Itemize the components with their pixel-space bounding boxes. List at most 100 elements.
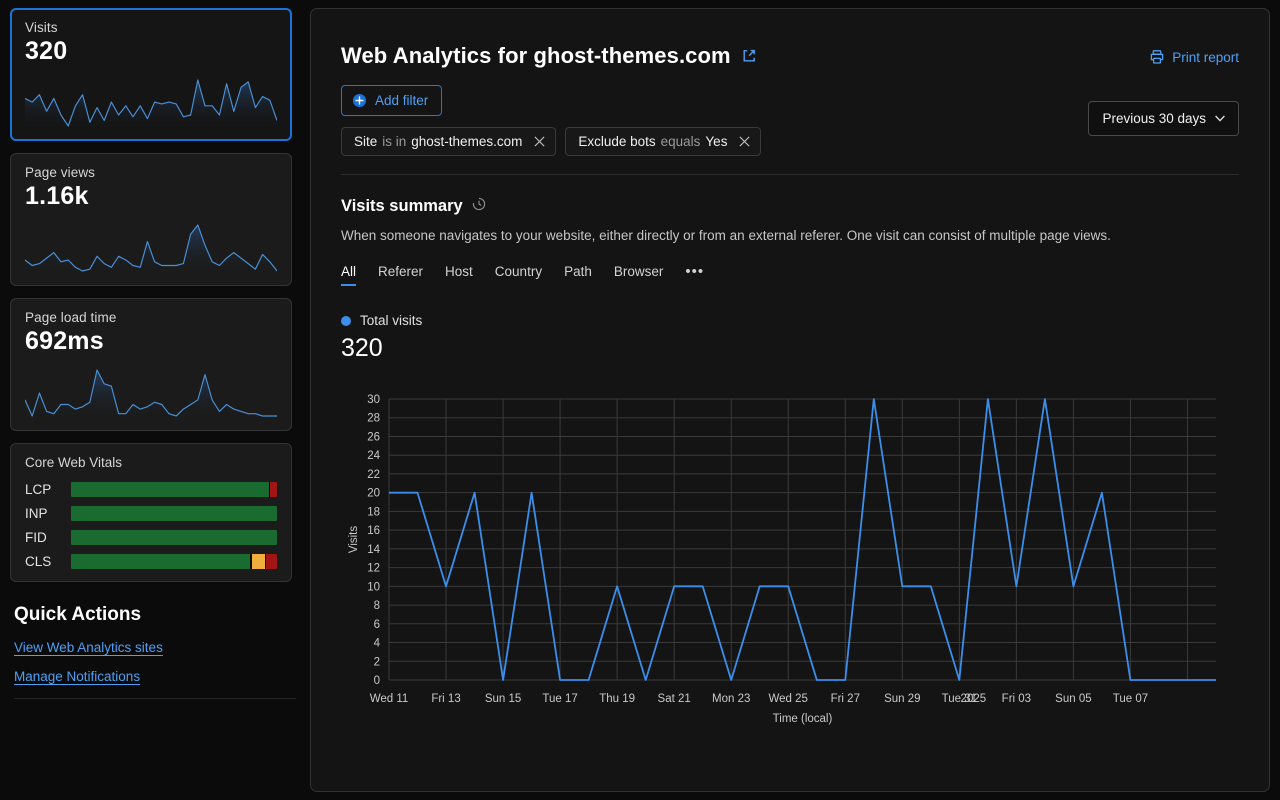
main-panel: Web Analytics for ghost-themes.com Print… xyxy=(310,8,1270,792)
tab-referer[interactable]: Referer xyxy=(378,264,423,286)
print-report-button[interactable]: Print report xyxy=(1149,49,1239,65)
chart-line-total-visits xyxy=(389,399,1216,680)
quick-actions-divider xyxy=(14,698,296,699)
legend-label-total-visits: Total visits xyxy=(360,313,422,328)
summary-description: When someone navigates to your website, … xyxy=(341,228,1239,243)
x-axis-tick: Tue 17 xyxy=(542,693,577,705)
summary-title-row: Visits summary xyxy=(341,197,1239,216)
date-range-selector[interactable]: Previous 30 days xyxy=(1088,101,1239,136)
header-divider xyxy=(341,174,1239,175)
core-web-vitals-card[interactable]: Core Web Vitals LCPINPFIDCLS xyxy=(10,443,292,582)
x-axis-tick: Wed 11 xyxy=(370,693,409,705)
sparkline xyxy=(25,221,277,275)
y-axis-tick: 2 xyxy=(374,656,380,668)
cwv-bar xyxy=(71,482,277,497)
cwv-segment xyxy=(266,554,277,569)
main-body: Visits summary When someone navigates to… xyxy=(311,175,1269,730)
tab-host[interactable]: Host xyxy=(445,264,473,286)
chart-legend: Total visits xyxy=(341,313,1239,328)
y-axis-tick: 0 xyxy=(374,675,380,687)
quick-actions-links: View Web Analytics sites Manage Notificat… xyxy=(0,640,310,684)
x-axis-tick: Fri 27 xyxy=(831,693,860,705)
metric-card-label: Page load time xyxy=(25,310,277,325)
x-axis-tick: Fri 13 xyxy=(431,693,460,705)
filter-chip-1[interactable]: Siteis inghost-themes.com xyxy=(341,127,556,156)
cwv-row-lcp: LCP xyxy=(25,482,277,497)
cwv-bar xyxy=(71,530,277,545)
tab-browser[interactable]: Browser xyxy=(614,264,664,286)
x-axis-tick: Tue 07 xyxy=(1113,693,1148,705)
metric-card-list: Visits 320 Page views 1.16k Page load time… xyxy=(0,8,310,431)
chip-operator: is in xyxy=(382,134,406,149)
summary-tabs: All Referer Host Country Path Browser ••• xyxy=(341,263,1239,287)
metric-card-page-views[interactable]: Page views 1.16k xyxy=(10,153,292,286)
total-visits-value: 320 xyxy=(341,334,1239,363)
quick-action-link-1[interactable]: View Web Analytics sites xyxy=(14,640,163,655)
metric-card-label: Page views xyxy=(25,165,277,180)
metric-card-page-load-time[interactable]: Page load time692ms xyxy=(10,298,292,431)
history-icon[interactable] xyxy=(472,197,486,216)
chip-field: Site xyxy=(354,134,377,149)
chip-value: Yes xyxy=(705,134,727,149)
y-axis-tick: 10 xyxy=(367,581,380,593)
date-range-label: Previous 30 days xyxy=(1102,111,1206,126)
page-title: Web Analytics for ghost-themes.com xyxy=(341,43,731,69)
cwv-metric-name: CLS xyxy=(25,554,71,569)
core-web-vitals-rows: LCP INP FID CLS xyxy=(25,482,277,569)
y-axis-tick: 24 xyxy=(367,450,380,462)
cwv-bar xyxy=(71,554,277,569)
plus-circle-icon xyxy=(352,93,367,108)
x-axis-tick: Sat 21 xyxy=(658,693,691,705)
visits-chart[interactable]: 024681012141618202224262830VisitsWed 11F… xyxy=(341,385,1239,730)
tab-more-button[interactable]: ••• xyxy=(685,263,704,287)
x-axis-tick: Sun 15 xyxy=(485,693,521,705)
x-axis-tick: Mon 23 xyxy=(712,693,750,705)
cwv-bar xyxy=(71,506,277,521)
y-axis-tick: 20 xyxy=(367,488,380,500)
cwv-row-cls: CLS xyxy=(25,554,277,569)
cwv-metric-name: LCP xyxy=(25,482,71,497)
y-axis-tick: 18 xyxy=(367,506,380,518)
x-axis-title: Time (local) xyxy=(773,713,833,725)
metric-card-label: Visits xyxy=(25,20,277,35)
chip-operator: equals xyxy=(661,134,701,149)
sparkline xyxy=(25,76,277,130)
external-link-icon[interactable] xyxy=(741,48,757,64)
y-axis-tick: 22 xyxy=(367,469,380,481)
main-header: Web Analytics for ghost-themes.com Print… xyxy=(311,9,1269,175)
y-axis-title: Visits xyxy=(348,526,360,554)
cwv-segment xyxy=(71,554,250,569)
y-axis-tick: 4 xyxy=(374,638,381,650)
print-report-label: Print report xyxy=(1172,50,1239,65)
remove-filter-icon[interactable] xyxy=(533,135,546,148)
x-axis-tick: Thu 19 xyxy=(599,693,635,705)
cwv-segment xyxy=(71,530,277,545)
chip-field: Exclude bots xyxy=(578,134,655,149)
cwv-segment xyxy=(71,506,277,521)
cwv-segment xyxy=(252,554,265,569)
add-filter-button[interactable]: Add filter xyxy=(341,85,442,116)
y-axis-tick: 30 xyxy=(367,394,380,406)
cwv-metric-name: FID xyxy=(25,530,71,545)
cwv-segment xyxy=(270,482,277,497)
date-range-container: Previous 30 days xyxy=(1088,101,1239,136)
metric-card-visits[interactable]: Visits 320 xyxy=(10,8,292,141)
metric-card-value: 320 xyxy=(25,37,277,66)
cwv-row-inp: INP xyxy=(25,506,277,521)
y-axis-tick: 6 xyxy=(374,619,380,631)
tab-all[interactable]: All xyxy=(341,264,356,286)
filter-chip-2[interactable]: Exclude bots equals Yes xyxy=(565,127,761,156)
remove-filter-icon[interactable] xyxy=(738,135,751,148)
app-root: Visits 320 Page views 1.16k Page load time… xyxy=(0,0,1280,800)
tab-path[interactable]: Path xyxy=(564,264,592,286)
tab-country[interactable]: Country xyxy=(495,264,542,286)
sparkline xyxy=(25,366,277,420)
metric-card-value: 1.16k xyxy=(25,182,277,211)
printer-icon xyxy=(1149,49,1165,65)
legend-dot-total-visits xyxy=(341,316,351,326)
y-axis-tick: 12 xyxy=(367,563,380,575)
quick-action-link-2[interactable]: Manage Notifications xyxy=(14,669,140,684)
add-filter-label: Add filter xyxy=(375,93,428,108)
cwv-row-fid: FID xyxy=(25,530,277,545)
y-axis-tick: 28 xyxy=(367,413,380,425)
